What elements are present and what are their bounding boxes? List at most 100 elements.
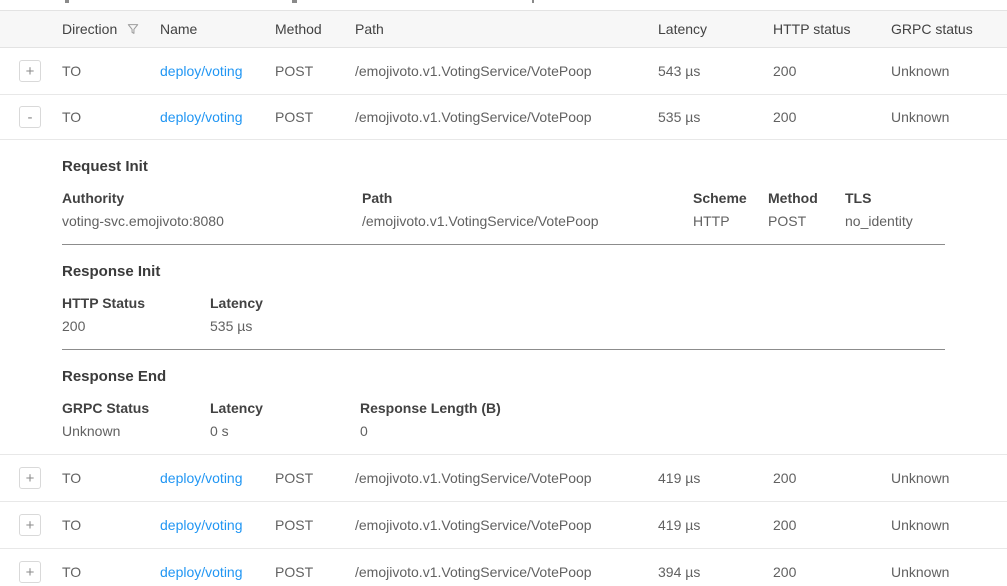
field-latency: Latency 0 s xyxy=(210,400,360,439)
grpc-status-cell: Unknown xyxy=(891,63,1007,79)
column-header-method: Method xyxy=(275,21,355,37)
field-value: /emojivoto.v1.VotingService/VotePoop xyxy=(362,213,693,229)
field-tls: TLS no_identity xyxy=(845,190,945,229)
http-status-cell: 200 xyxy=(773,63,891,79)
column-header-http-status: HTTP status xyxy=(773,21,891,37)
field-response-length: Response Length (B) 0 xyxy=(360,400,945,439)
section-title: Response End xyxy=(62,368,945,385)
resource-link[interactable]: deploy/voting xyxy=(160,63,243,79)
field-scheme: Scheme HTTP xyxy=(693,190,768,229)
latency-cell: 419 µs xyxy=(658,470,773,486)
tap-results-page: Direction Name Method Path Latency HTTP … xyxy=(0,0,1007,586)
field-label: GRPC Status xyxy=(62,400,210,416)
expand-row-button[interactable]: + xyxy=(19,60,41,82)
field-value: no_identity xyxy=(845,213,945,229)
expander-cell: - xyxy=(0,106,62,128)
path-cell: /emojivoto.v1.VotingService/VotePoop xyxy=(355,517,658,533)
name-cell: deploy/voting xyxy=(160,517,275,533)
path-cell: /emojivoto.v1.VotingService/VotePoop xyxy=(355,63,658,79)
direction-cell: TO xyxy=(62,470,160,486)
expand-row-button[interactable]: + xyxy=(19,561,41,583)
column-header-grpc-status: GRPC status xyxy=(891,21,1007,37)
method-cell: POST xyxy=(275,564,355,580)
direction-cell: TO xyxy=(62,517,160,533)
tap-results-table: Direction Name Method Path Latency HTTP … xyxy=(0,10,1007,586)
field-label: Authority xyxy=(62,190,362,206)
latency-cell: 543 µs xyxy=(658,63,773,79)
expander-cell: + xyxy=(0,514,62,536)
clipped-text-fragment xyxy=(532,0,534,3)
section-title: Response Init xyxy=(62,263,945,280)
http-status-cell: 200 xyxy=(773,470,891,486)
field-value: 0 s xyxy=(210,423,360,439)
column-header-name: Name xyxy=(160,21,275,37)
http-status-cell: 200 xyxy=(773,109,891,125)
field-label: Scheme xyxy=(693,190,768,206)
resource-link[interactable]: deploy/voting xyxy=(160,470,243,486)
response-init-section: Response Init HTTP Status 200 Latency 53… xyxy=(62,245,945,350)
response-end-section: Response End GRPC Status Unknown Latency… xyxy=(62,350,945,454)
field-value: HTTP xyxy=(693,213,768,229)
field-value: POST xyxy=(768,213,845,229)
direction-cell: TO xyxy=(62,109,160,125)
expander-cell: + xyxy=(0,561,62,583)
section-title: Request Init xyxy=(62,158,945,175)
field-label: Response Length (B) xyxy=(360,400,945,416)
path-cell: /emojivoto.v1.VotingService/VotePoop xyxy=(355,564,658,580)
field-label: Latency xyxy=(210,400,360,416)
grpc-status-cell: Unknown xyxy=(891,109,1007,125)
resource-link[interactable]: deploy/voting xyxy=(160,517,243,533)
direction-cell: TO xyxy=(62,564,160,580)
method-cell: POST xyxy=(275,63,355,79)
name-cell: deploy/voting xyxy=(160,470,275,486)
field-value: 535 µs xyxy=(210,318,945,334)
resource-link[interactable]: deploy/voting xyxy=(160,109,243,125)
filter-funnel-icon[interactable] xyxy=(126,22,140,36)
field-label: Path xyxy=(362,190,693,206)
column-header-direction-label: Direction xyxy=(62,21,117,37)
expand-row-button[interactable]: + xyxy=(19,514,41,536)
expander-cell: + xyxy=(0,467,62,489)
field-label: TLS xyxy=(845,190,945,206)
field-value: voting-svc.emojivoto:8080 xyxy=(62,213,362,229)
column-header-path: Path xyxy=(355,21,658,37)
expander-cell: + xyxy=(0,60,62,82)
table-row: + TO deploy/voting POST /emojivoto.v1.Vo… xyxy=(0,502,1007,549)
http-status-cell: 200 xyxy=(773,517,891,533)
grpc-status-cell: Unknown xyxy=(891,564,1007,580)
field-grpc-status: GRPC Status Unknown xyxy=(62,400,210,439)
name-cell: deploy/voting xyxy=(160,109,275,125)
method-cell: POST xyxy=(275,109,355,125)
response-end-fields: GRPC Status Unknown Latency 0 s Response… xyxy=(62,400,945,439)
field-label: Method xyxy=(768,190,845,206)
collapse-row-button[interactable]: - xyxy=(19,106,41,128)
request-init-section: Request Init Authority voting-svc.emojiv… xyxy=(62,140,945,245)
direction-cell: TO xyxy=(62,63,160,79)
path-cell: /emojivoto.v1.VotingService/VotePoop xyxy=(355,109,658,125)
grpc-status-cell: Unknown xyxy=(891,470,1007,486)
method-cell: POST xyxy=(275,470,355,486)
field-value: 0 xyxy=(360,423,945,439)
resource-link[interactable]: deploy/voting xyxy=(160,564,243,580)
column-header-latency: Latency xyxy=(658,21,773,37)
http-status-cell: 200 xyxy=(773,564,891,580)
field-label: Latency xyxy=(210,295,945,311)
expand-row-button[interactable]: + xyxy=(19,467,41,489)
table-header-row: Direction Name Method Path Latency HTTP … xyxy=(0,10,1007,48)
table-row: + TO deploy/voting POST /emojivoto.v1.Vo… xyxy=(0,455,1007,502)
table-row: + TO deploy/voting POST /emojivoto.v1.Vo… xyxy=(0,549,1007,586)
row-detail-panel: Request Init Authority voting-svc.emojiv… xyxy=(0,140,1007,455)
column-header-direction: Direction xyxy=(62,21,160,37)
clipped-text-fragment xyxy=(65,0,69,3)
field-value: Unknown xyxy=(62,423,210,439)
name-cell: deploy/voting xyxy=(160,564,275,580)
latency-cell: 394 µs xyxy=(658,564,773,580)
field-method: Method POST xyxy=(768,190,845,229)
field-authority: Authority voting-svc.emojivoto:8080 xyxy=(62,190,362,229)
field-value: 200 xyxy=(62,318,210,334)
field-http-status: HTTP Status 200 xyxy=(62,295,210,334)
response-init-fields: HTTP Status 200 Latency 535 µs xyxy=(62,295,945,334)
table-row-expanded: - TO deploy/voting POST /emojivoto.v1.Vo… xyxy=(0,95,1007,140)
field-label: HTTP Status xyxy=(62,295,210,311)
path-cell: /emojivoto.v1.VotingService/VotePoop xyxy=(355,470,658,486)
